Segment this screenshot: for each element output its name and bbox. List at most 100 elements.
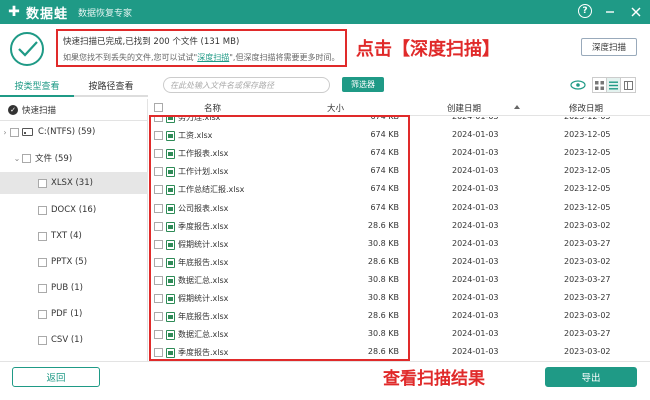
pptx-checkbox[interactable] <box>38 257 47 267</box>
file-created-date: 2024-01-03 <box>452 166 499 176</box>
export-button[interactable]: 导出 <box>545 367 637 387</box>
file-created-date: 2024-01-03 <box>452 220 499 230</box>
folder-label: 文件 (59) <box>35 154 73 164</box>
pub-label: PUB (1) <box>51 283 83 293</box>
file-created-date: 2024-01-03 <box>452 238 499 248</box>
file-type-tree: ✓ 快速扫描 › C:(NTFS) (59) ⌄ 文件 (59) XLSX (3… <box>0 99 148 361</box>
tree-item-csv[interactable]: CSV (1) <box>0 329 148 351</box>
drive-label: C:(NTFS) (59) <box>38 127 96 137</box>
app-subtitle: 数据恢复专家 <box>78 8 133 19</box>
file-created-date: 2024-01-03 <box>452 202 499 212</box>
view-toggle-group <box>570 77 636 93</box>
pdf-label: PDF (1) <box>51 309 83 319</box>
file-modified-date: 2023-12-05 <box>564 117 611 121</box>
title-bar: ✚ 数据蛙 数据恢复专家 ? <box>0 0 650 24</box>
file-modified-date: 2023-12-05 <box>564 148 611 158</box>
annotation-view-results: 查看扫描结果 <box>383 369 485 389</box>
window-controls: ? <box>578 4 644 20</box>
chevron-right-icon[interactable]: › <box>0 128 10 137</box>
tree-item-xlsx[interactable]: XLSX (31) <box>0 172 148 194</box>
sort-ascending-icon[interactable] <box>514 105 520 109</box>
preview-eye-icon[interactable] <box>570 78 586 92</box>
file-created-date: 2024-01-03 <box>452 256 499 266</box>
app-logo: ✚ 数据蛙 <box>6 3 68 22</box>
csv-label: CSV (1) <box>51 335 83 345</box>
txt-label: TXT (4) <box>51 231 82 241</box>
docx-label: DOCX (16) <box>51 205 97 215</box>
view-mode-tabs: 按类型查看 按路径查看 <box>0 79 148 97</box>
column-name[interactable]: 名称 <box>204 102 221 114</box>
file-created-date: 2024-01-03 <box>452 274 499 284</box>
file-modified-date: 2023-12-05 <box>564 202 611 212</box>
column-created[interactable]: 创建日期 <box>447 102 481 114</box>
tree-header-label: 快速扫描 <box>22 105 57 116</box>
deep-scan-button[interactable]: 深度扫描 <box>581 38 637 56</box>
file-created-date: 2024-01-03 <box>452 184 499 194</box>
minimize-icon[interactable] <box>602 4 618 20</box>
file-modified-date: 2023-03-27 <box>564 238 611 248</box>
file-modified-date: 2023-03-27 <box>564 293 611 302</box>
tree-item-txt[interactable]: TXT (4) <box>0 225 148 247</box>
deep-scan-hint-prefix: 如果您找不到丢失的文件,您可以试试" <box>63 53 198 62</box>
deep-scan-hint: 如果您找不到丢失的文件,您可以试试"深度扫描",但深度扫描将需要更多时间。 <box>63 52 340 63</box>
help-icon[interactable]: ? <box>578 4 592 18</box>
file-modified-date: 2023-03-02 <box>564 220 611 230</box>
pptx-label: PPTX (5) <box>51 257 88 267</box>
docx-checkbox[interactable] <box>38 205 47 215</box>
filter-button[interactable]: 筛选器 <box>342 77 384 92</box>
search-input[interactable]: 在此处输入文件名或保存路径 <box>163 77 330 93</box>
drive-checkbox[interactable] <box>10 127 19 137</box>
file-created-date: 2024-01-03 <box>452 293 499 302</box>
select-all-checkbox[interactable] <box>154 103 163 112</box>
chevron-down-icon[interactable]: ⌄ <box>12 154 22 163</box>
scan-result-summary: 快速扫描已完成,已找到 200 个文件 (131 MB) <box>63 37 240 47</box>
cross-logo-icon: ✚ <box>8 4 20 20</box>
tree-item-pptx[interactable]: PPTX (5) <box>0 251 148 273</box>
xlsx-label: XLSX (31) <box>51 178 93 188</box>
tab-by-path[interactable]: 按路径查看 <box>74 79 148 97</box>
deep-scan-hint-suffix: ",但深度扫描将需要更多时间。 <box>229 53 340 62</box>
file-modified-date: 2023-03-27 <box>564 274 611 284</box>
file-modified-date: 2023-03-02 <box>564 256 611 266</box>
annotation-deep-scan: 点击【深度扫描】 <box>356 39 500 60</box>
app-name: 数据蛙 <box>26 6 69 22</box>
file-modified-date: 2023-03-27 <box>564 329 611 339</box>
pdf-checkbox[interactable] <box>38 309 47 319</box>
folder-checkbox[interactable] <box>22 153 31 163</box>
layout-switcher <box>592 77 636 93</box>
txt-checkbox[interactable] <box>38 231 47 241</box>
tree-header-quick-scan[interactable]: ✓ 快速扫描 <box>0 99 148 121</box>
tree-item-pdf[interactable]: PDF (1) <box>0 303 148 325</box>
file-created-date: 2024-01-03 <box>452 347 499 357</box>
file-modified-date: 2023-12-05 <box>564 184 611 194</box>
file-modified-date: 2023-03-02 <box>564 347 611 357</box>
back-button[interactable]: 返回 <box>12 367 100 387</box>
grid-view-icon[interactable] <box>593 78 607 92</box>
tree-item-pub[interactable]: PUB (1) <box>0 277 148 299</box>
check-circle-icon: ✓ <box>8 104 18 115</box>
close-icon[interactable] <box>628 4 644 20</box>
file-created-date: 2024-01-03 <box>452 329 499 339</box>
file-created-date: 2024-01-03 <box>452 148 499 158</box>
footer-divider <box>0 361 650 362</box>
tree-item-folder[interactable]: ⌄ 文件 (59) <box>0 147 148 169</box>
tab-by-type[interactable]: 按类型查看 <box>0 79 74 97</box>
pub-checkbox[interactable] <box>38 283 47 293</box>
scan-result-message: 快速扫描已完成,已找到 200 个文件 (131 MB) 如果您找不到丢失的文件… <box>56 29 347 67</box>
tree-item-docx[interactable]: DOCX (16) <box>0 199 148 221</box>
deep-scan-link[interactable]: 深度扫描 <box>197 53 229 62</box>
xlsx-checkbox[interactable] <box>38 178 47 188</box>
list-view-icon[interactable] <box>607 78 621 92</box>
detail-view-icon[interactable] <box>621 78 635 92</box>
tree-item-drive[interactable]: › C:(NTFS) (59) <box>0 121 148 143</box>
file-created-date: 2024-01-03 <box>452 311 499 321</box>
column-size[interactable]: 大小 <box>327 102 344 114</box>
file-table-header: 名称 大小 创建日期 修改日期 <box>149 99 650 116</box>
file-modified-date: 2023-12-05 <box>564 130 611 140</box>
drive-icon <box>22 128 33 136</box>
column-modified[interactable]: 修改日期 <box>569 102 603 114</box>
annotation-file-list-box <box>149 115 410 361</box>
file-modified-date: 2023-12-05 <box>564 166 611 176</box>
scan-status-area: 快速扫描已完成,已找到 200 个文件 (131 MB) 如果您找不到丢失的文件… <box>0 24 650 72</box>
csv-checkbox[interactable] <box>38 335 47 345</box>
